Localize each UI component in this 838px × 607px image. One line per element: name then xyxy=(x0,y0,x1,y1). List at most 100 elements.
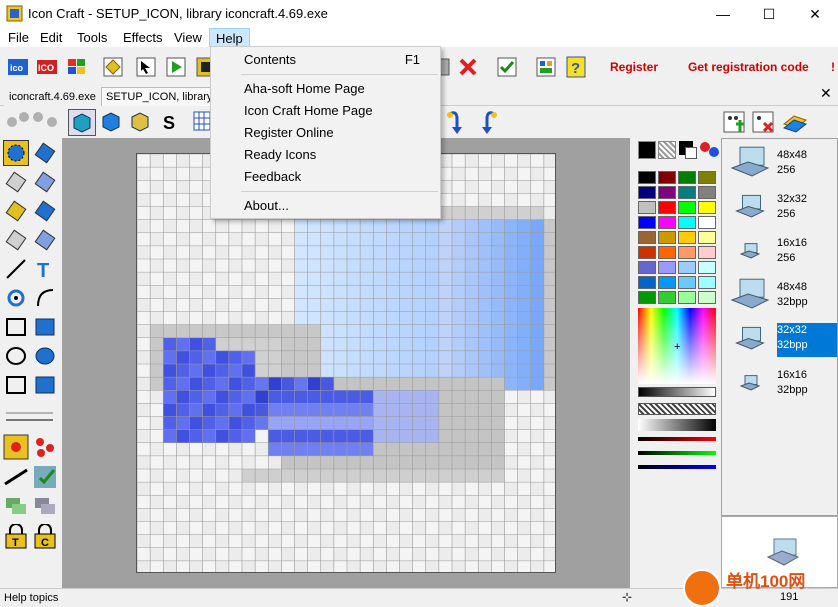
close-tab-icon[interactable]: ✕ xyxy=(820,85,832,102)
point-brush-icon[interactable] xyxy=(3,434,29,460)
menu-tools[interactable]: Tools xyxy=(71,28,113,47)
menu-item-ready-icons[interactable]: Ready Icons xyxy=(211,144,440,166)
palette-swatch[interactable] xyxy=(638,276,656,289)
palette-swatch[interactable] xyxy=(658,201,676,214)
ico-red-icon[interactable]: ICO xyxy=(34,54,60,79)
format-item[interactable]: 32x32 256 xyxy=(724,189,836,227)
palette-swatch[interactable] xyxy=(698,291,716,304)
palette-swatch[interactable] xyxy=(638,216,656,229)
lock-c-icon[interactable]: C xyxy=(32,523,58,550)
palette-swatch[interactable] xyxy=(698,201,716,214)
eyedropper-icon[interactable] xyxy=(3,198,29,224)
menu-item-aha-soft-home[interactable]: Aha-soft Home Page xyxy=(211,78,440,100)
palette-swatch[interactable] xyxy=(638,291,656,304)
play-icon[interactable] xyxy=(163,54,189,79)
palette-swatch[interactable] xyxy=(658,216,676,229)
menu-item-register-online[interactable]: Register Online xyxy=(211,122,440,144)
palette-swatch[interactable] xyxy=(638,231,656,244)
menu-help[interactable]: Help xyxy=(209,28,250,47)
round-rect-outline-icon[interactable] xyxy=(3,372,29,398)
rotate-arrows-icon[interactable] xyxy=(4,111,60,136)
blue-channel-slider[interactable] xyxy=(638,465,716,469)
get-registration-code-link[interactable]: Get registration code xyxy=(688,60,809,74)
transparent-swatch[interactable] xyxy=(658,141,676,159)
register-link[interactable]: Register xyxy=(610,60,658,74)
palette-swatch[interactable] xyxy=(698,171,716,184)
gradient-check-icon[interactable] xyxy=(32,464,58,490)
green-channel-slider[interactable] xyxy=(638,451,716,455)
menu-edit[interactable]: Edit xyxy=(34,28,68,47)
tab-library[interactable]: iconcraft.4.69.exe xyxy=(4,87,101,106)
palette-swatch[interactable] xyxy=(698,261,716,274)
format-item[interactable]: 32x32 32bpp xyxy=(724,321,837,359)
move-down-icon[interactable] xyxy=(445,109,469,138)
eraser-icon[interactable] xyxy=(32,169,58,195)
layers-icon[interactable] xyxy=(780,110,808,137)
palette-swatch[interactable] xyxy=(698,216,716,229)
background-swatch[interactable] xyxy=(685,147,697,159)
properties-icon[interactable] xyxy=(533,54,559,79)
rect-outline-icon[interactable] xyxy=(3,314,29,340)
minimize-button[interactable]: — xyxy=(700,0,746,28)
round-rect-fill-icon[interactable] xyxy=(32,372,58,398)
brightness-slider[interactable] xyxy=(638,387,716,397)
format-item[interactable]: 48x48 32bpp xyxy=(724,277,836,315)
palette-swatch[interactable] xyxy=(658,291,676,304)
ellipse-outline-icon[interactable] xyxy=(3,343,29,369)
delete-icon[interactable] xyxy=(455,54,481,79)
brush-icon[interactable] xyxy=(32,198,58,224)
palette-swatch[interactable] xyxy=(678,261,696,274)
palette-swatch[interactable] xyxy=(638,246,656,259)
palette-swatch[interactable] xyxy=(698,231,716,244)
close-button[interactable]: ✕ xyxy=(792,0,838,28)
windows-icon[interactable] xyxy=(64,54,90,79)
menu-file[interactable]: File xyxy=(2,28,35,47)
menu-item-contents[interactable]: Contents F1 xyxy=(211,49,440,71)
menu-view[interactable]: View xyxy=(168,28,208,47)
palette-swatch[interactable] xyxy=(658,276,676,289)
palette-swatch[interactable] xyxy=(658,186,676,199)
line-width-icon[interactable] xyxy=(3,408,58,430)
rect-fill-icon[interactable] xyxy=(32,314,58,340)
add-format-icon[interactable] xyxy=(722,110,746,137)
menu-item-feedback[interactable]: Feedback xyxy=(211,166,440,188)
curve-icon[interactable] xyxy=(3,285,29,311)
menu-item-icon-craft-home[interactable]: Icon Craft Home Page xyxy=(211,100,440,122)
line-icon[interactable] xyxy=(3,256,29,282)
ico-icon[interactable]: ico xyxy=(5,54,31,79)
palette-swatch[interactable] xyxy=(698,276,716,289)
spray-icon[interactable] xyxy=(3,227,29,253)
palette-swatch[interactable] xyxy=(698,246,716,259)
format-item[interactable]: 16x16 256 xyxy=(724,233,836,271)
palette-swatch[interactable] xyxy=(638,186,656,199)
select-rect-icon[interactable] xyxy=(3,140,29,166)
palette-swatch[interactable] xyxy=(658,246,676,259)
lock-t-icon[interactable]: T xyxy=(3,523,29,550)
palette-swatch[interactable] xyxy=(638,171,656,184)
arc-icon[interactable] xyxy=(32,285,58,311)
diamond-icon[interactable] xyxy=(100,54,126,79)
slash-line-icon[interactable] xyxy=(3,464,29,490)
lasso-icon[interactable] xyxy=(3,169,29,195)
primary-color-swatch[interactable] xyxy=(638,141,656,159)
text-icon[interactable]: T xyxy=(32,256,58,282)
multi-point-icon[interactable] xyxy=(32,434,58,460)
maximize-button[interactable]: ☐ xyxy=(746,0,792,28)
palette-swatch[interactable] xyxy=(658,261,676,274)
layer-green-icon[interactable] xyxy=(3,494,29,520)
palette-swatch[interactable] xyxy=(638,261,656,274)
opacity-bar[interactable] xyxy=(638,419,716,431)
red-channel-slider[interactable] xyxy=(638,437,716,441)
info-link[interactable]: ! xyxy=(831,60,835,74)
cube-teal-icon[interactable] xyxy=(68,109,96,136)
pencil-icon[interactable] xyxy=(32,140,58,166)
palette-swatch[interactable] xyxy=(678,171,696,184)
palette-swatch[interactable] xyxy=(638,201,656,214)
palette-swatch[interactable] xyxy=(678,246,696,259)
cursor-icon[interactable] xyxy=(133,54,159,79)
layer-gray-icon[interactable] xyxy=(32,494,58,520)
menu-item-about[interactable]: About... xyxy=(211,195,440,217)
tab-setup-icon[interactable]: SETUP_ICON, library xyxy=(101,87,218,106)
palette-swatch[interactable] xyxy=(658,171,676,184)
format-item[interactable]: 48x48 256 xyxy=(724,145,836,183)
